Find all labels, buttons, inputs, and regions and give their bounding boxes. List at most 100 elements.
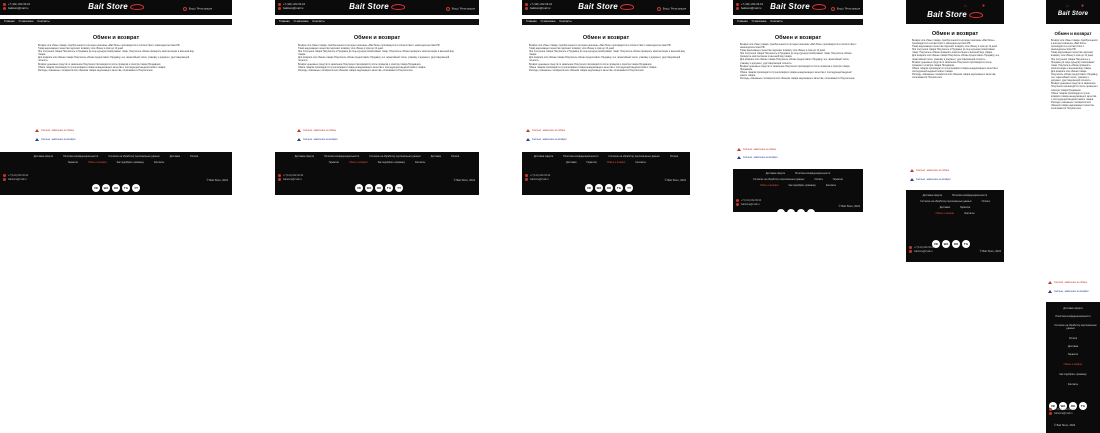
footer-link[interactable]: Политика конфиденциальности	[795, 172, 830, 175]
footer-link[interactable]: Контакты	[415, 161, 425, 164]
footer-link[interactable]: Доставка	[566, 161, 576, 164]
telegram-icon[interactable]: TG	[962, 240, 970, 248]
footer-link[interactable]: Политика конфиденциальности	[952, 194, 987, 197]
footer-link[interactable]: Контакты	[1068, 383, 1078, 386]
nav-about[interactable]: О магазине	[294, 19, 309, 24]
telegram-icon[interactable]: TG	[615, 184, 623, 192]
footer-link[interactable]: Согласие на обработку персональных данны…	[920, 200, 971, 203]
user-icon[interactable]: ●	[982, 3, 985, 9]
footer-phone[interactable]: +7 (111) 222-33-44	[741, 199, 761, 202]
return-form-link[interactable]: Сколько, заявление на возврат	[737, 156, 778, 159]
return-form-link[interactable]: Сколько, заявление на возврат	[910, 178, 951, 181]
footer-link[interactable]: Доставка оферта	[923, 194, 942, 197]
exchange-form-link[interactable]: Сколько, заявление на обмен	[35, 129, 74, 132]
login-link[interactable]: Вход / Регистрация	[182, 7, 212, 11]
footer-email[interactable]: baitstore@mail.ru	[530, 178, 549, 181]
site-logo[interactable]: Bait Store	[927, 10, 983, 19]
footer-email[interactable]: baitstore@mail.ru	[8, 178, 27, 181]
footer-link-active[interactable]: Обмен и возврат	[935, 212, 954, 215]
footer-phone[interactable]: +7 (111) 222-33-44	[1054, 408, 1074, 411]
footer-link-active[interactable]: Обмен и возврат	[349, 161, 368, 164]
footer-link[interactable]: Доставка оферта	[766, 172, 785, 175]
footer-link[interactable]: Доставка оферта	[295, 155, 314, 158]
footer-link[interactable]: Доставка оферта	[34, 155, 53, 158]
nav-contacts[interactable]: Контакты	[313, 19, 325, 24]
header-phone[interactable]: +7 (111) 222-33-44	[283, 3, 305, 6]
return-form-link[interactable]: Сколько, заявление на возврат	[35, 138, 76, 141]
telegram-icon[interactable]: TG	[1079, 402, 1087, 410]
footer-link[interactable]: Гарантии	[1068, 353, 1078, 356]
header-phone[interactable]: +7 (111) 222-33-44	[530, 3, 552, 6]
footer-phone[interactable]: +7 (111) 222-33-44	[914, 246, 934, 249]
footer-link[interactable]: Оплата	[670, 155, 678, 158]
nav-contacts[interactable]: Контакты	[771, 19, 783, 24]
exchange-form-link[interactable]: Сколько, заявление на обмен	[737, 148, 776, 151]
nav-contacts[interactable]: Контакты	[560, 19, 572, 24]
footer-link[interactable]: Согласие на обработку персональных данны…	[753, 178, 804, 181]
footer-email[interactable]: baitstore@mail.ru	[283, 178, 302, 181]
home-icon[interactable]: ⌂	[1066, 3, 1069, 9]
ok-icon[interactable]: OK	[952, 240, 960, 248]
header-phone[interactable]: +7 (111) 222-33-44	[8, 3, 30, 6]
footer-link[interactable]: Политика конфиденциальности	[563, 155, 598, 158]
site-logo[interactable]: Bait Store	[578, 2, 634, 11]
footer-link[interactable]: Доставка оферта	[1063, 307, 1082, 310]
youtube-icon[interactable]: YT	[625, 184, 633, 192]
footer-link[interactable]: Как подобрать приманку	[378, 161, 405, 164]
footer-link[interactable]: Оплата	[190, 155, 198, 158]
footer-link[interactable]: Доставка	[940, 206, 950, 209]
footer-link[interactable]: Гарантии	[586, 161, 596, 164]
header-email[interactable]: baitstore@mail.ru	[530, 7, 550, 10]
nav-contacts[interactable]: Контакты	[38, 19, 50, 24]
footer-link-active[interactable]: Обмен и возврат	[760, 184, 779, 187]
exchange-form-link[interactable]: Сколько, заявление на обмен	[297, 129, 336, 132]
whatsapp-icon[interactable]: WA	[365, 184, 373, 192]
footer-link[interactable]: Гарантии	[833, 178, 843, 181]
footer-link-active[interactable]: Обмен и возврат	[1064, 363, 1083, 366]
nav-home[interactable]: Главная	[526, 19, 537, 24]
exchange-form-link[interactable]: Сколько, заявление на обмен	[1048, 281, 1087, 284]
site-logo[interactable]: Bait Store	[1058, 11, 1088, 17]
login-link[interactable]: Вход / Регистрация	[445, 7, 475, 11]
ok-icon[interactable]: OK	[797, 209, 805, 212]
site-logo[interactable]: Bait Store	[770, 2, 826, 11]
footer-email[interactable]: baitstore@mail.ru	[741, 203, 760, 206]
footer-link[interactable]: Оплата	[1069, 337, 1077, 340]
nav-home[interactable]: Главная	[737, 19, 748, 24]
footer-link[interactable]: Гарантии	[960, 206, 970, 209]
vk-icon[interactable]: VK	[585, 184, 593, 192]
exchange-form-link[interactable]: Сколько, заявление на обмен	[910, 169, 949, 172]
footer-link[interactable]: Доставка	[1068, 345, 1078, 348]
footer-phone[interactable]: +7 (111) 222-33-44	[283, 174, 303, 177]
footer-link[interactable]: Оплата	[814, 178, 822, 181]
footer-link[interactable]: Доставка	[170, 155, 180, 158]
vk-icon[interactable]: VK	[92, 184, 100, 192]
footer-link[interactable]: Политика конфиденциальности	[1055, 315, 1090, 318]
return-form-link[interactable]: Сколько, заявление на возврат	[297, 138, 338, 141]
vk-icon[interactable]: VK	[777, 209, 785, 212]
footer-link[interactable]: Согласие на обработку персональных данны…	[108, 155, 159, 158]
footer-link[interactable]: Политика конфиденциальности	[324, 155, 359, 158]
vk-icon[interactable]: VK	[355, 184, 363, 192]
youtube-icon[interactable]: YT	[395, 184, 403, 192]
footer-link[interactable]: Как подобрать приманку	[117, 161, 144, 164]
nav-home[interactable]: Главная	[4, 19, 15, 24]
whatsapp-icon[interactable]: WA	[102, 184, 110, 192]
footer-link[interactable]: Контакты	[635, 161, 645, 164]
nav-home[interactable]: Главная	[279, 19, 290, 24]
user-icon[interactable]: ●	[1081, 3, 1084, 9]
header-phone[interactable]: +7 (111) 222-33-44	[741, 3, 763, 6]
nav-about[interactable]: О магазине	[541, 19, 556, 24]
footer-link[interactable]: Как подобрать приманку	[1059, 373, 1086, 376]
whatsapp-icon[interactable]: WA	[595, 184, 603, 192]
footer-link[interactable]: Доставка оферта	[534, 155, 553, 158]
footer-link[interactable]: Контакты	[964, 212, 974, 215]
ok-icon[interactable]: OK	[375, 184, 383, 192]
footer-link[interactable]: Согласие на обработку персональных данны…	[369, 155, 420, 158]
telegram-icon[interactable]: TG	[385, 184, 393, 192]
telegram-icon[interactable]: TG	[122, 184, 130, 192]
footer-phone[interactable]: +7 (111) 222-33-44	[8, 174, 28, 177]
footer-link[interactable]: Согласие на обработку персональных данны…	[1054, 324, 1097, 330]
footer-link[interactable]: Доставка	[431, 155, 441, 158]
return-form-link[interactable]: Сколько, заявление на возврат	[1048, 290, 1089, 293]
